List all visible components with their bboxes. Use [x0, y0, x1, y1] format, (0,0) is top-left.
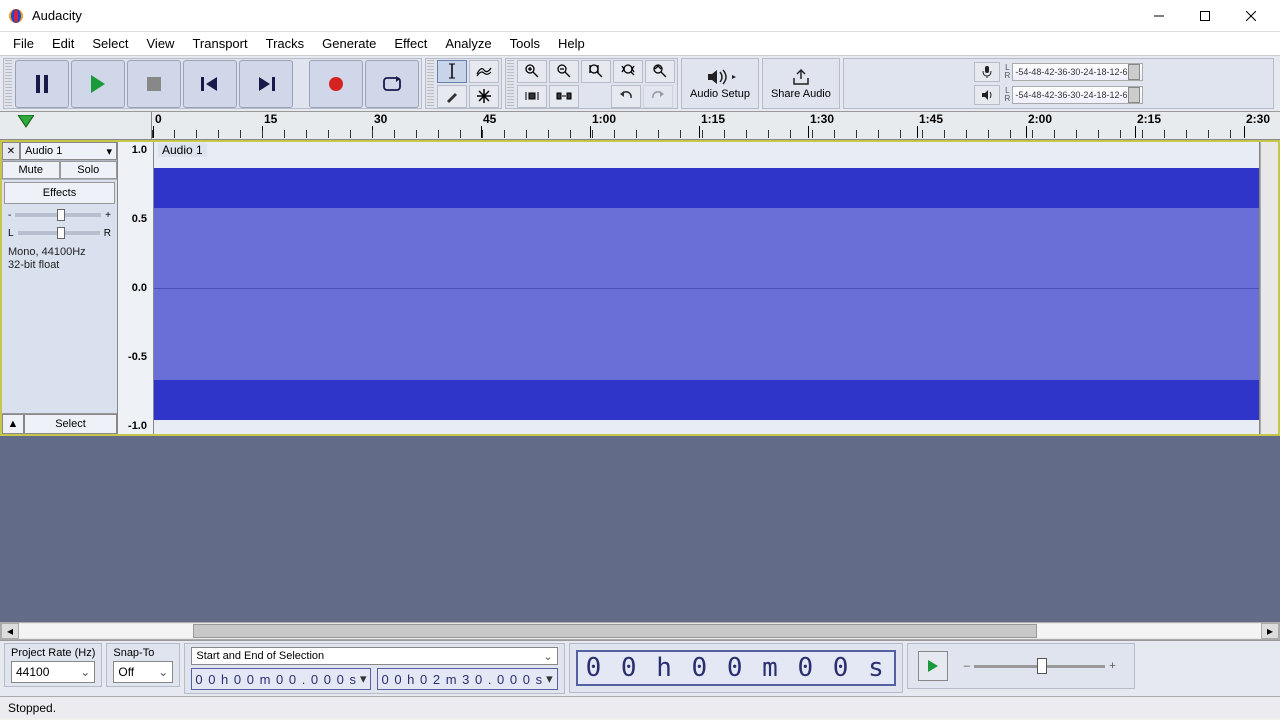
toolbar-grip[interactable]: [5, 60, 12, 107]
audio-position-time[interactable]: 0 0 h 0 0 m 0 0 s: [576, 650, 896, 686]
selection-toolbar: Project Rate (Hz) 44100⌄ Snap-To Off⌄ St…: [0, 640, 1280, 696]
scroll-right-button[interactable]: ▸: [1261, 623, 1279, 639]
meter-grabber[interactable]: [1128, 64, 1140, 80]
vertical-scale[interactable]: 1.0 0.5 0.0 -0.5 -1.0: [118, 142, 154, 434]
main-toolbar: Audio Setup Share Audio LR -54-48-42-36-…: [0, 56, 1280, 112]
zoom-toggle-button[interactable]: [645, 60, 675, 83]
waveform-display[interactable]: Audio 1: [154, 142, 1260, 434]
menu-tracks[interactable]: Tracks: [257, 34, 314, 53]
maximize-button[interactable]: [1182, 0, 1228, 32]
play-button[interactable]: [71, 60, 125, 108]
multi-tool[interactable]: [469, 85, 499, 108]
track-control-panel: ✕ Audio 1▾ Mute Solo Effects - + L R Mon…: [2, 142, 118, 434]
transport-group: [3, 58, 422, 109]
effects-button[interactable]: Effects: [4, 182, 115, 204]
meter-lr-label: LR: [1002, 87, 1012, 103]
project-rate-label: Project Rate (Hz): [11, 647, 95, 659]
status-bar: Stopped.: [0, 696, 1280, 718]
project-rate-combo[interactable]: 44100⌄: [11, 661, 95, 683]
play-at-speed-button[interactable]: [918, 651, 948, 681]
menu-transport[interactable]: Transport: [183, 34, 256, 53]
playback-meter-button[interactable]: [974, 85, 1000, 105]
horizontal-scrollbar[interactable]: ◂ ▸: [0, 622, 1280, 640]
envelope-tool[interactable]: [469, 60, 499, 83]
selection-tool[interactable]: [437, 60, 467, 83]
scroll-left-button[interactable]: ◂: [1, 623, 19, 639]
scrollbar-thumb[interactable]: [193, 624, 1038, 638]
track-collapse-button[interactable]: ▲: [2, 414, 24, 434]
track-area: ✕ Audio 1▾ Mute Solo Effects - + L R Mon…: [0, 140, 1280, 436]
skip-start-button[interactable]: [183, 60, 237, 108]
track-select-button[interactable]: Select: [24, 414, 117, 434]
pause-button[interactable]: [15, 60, 69, 108]
mute-button[interactable]: Mute: [2, 161, 60, 179]
close-button[interactable]: [1228, 0, 1274, 32]
edit-group: [505, 58, 678, 109]
tools-group: [425, 58, 502, 109]
meter-lr-label: LR: [1002, 64, 1012, 80]
silence-button[interactable]: [549, 85, 579, 108]
solo-button[interactable]: Solo: [60, 161, 118, 179]
skip-end-button[interactable]: [239, 60, 293, 108]
snap-to-combo[interactable]: Off⌄: [113, 661, 173, 683]
redo-button[interactable]: [643, 85, 673, 108]
record-meter-button[interactable]: [974, 62, 1000, 82]
playback-speed-slider[interactable]: – +: [960, 651, 1120, 681]
status-text: Stopped.: [8, 701, 56, 715]
menu-analyze[interactable]: Analyze: [436, 34, 500, 53]
share-audio-label: Share Audio: [771, 88, 831, 100]
loop-button[interactable]: [365, 60, 419, 108]
vertical-scrollbar[interactable]: [1260, 142, 1278, 434]
trim-button[interactable]: [517, 85, 547, 108]
track-name-dropdown[interactable]: Audio 1▾: [20, 142, 117, 160]
toolbar-grip[interactable]: [507, 60, 514, 107]
app-icon: [6, 6, 26, 26]
selection-mode-combo[interactable]: Start and End of Selection⌄: [191, 647, 557, 665]
menu-view[interactable]: View: [138, 34, 184, 53]
selection-start-time[interactable]: 0 0 h 0 0 m 0 0 . 0 0 0 s▾: [191, 668, 371, 690]
window-title: Audacity: [32, 8, 82, 23]
menu-file[interactable]: File: [4, 34, 43, 53]
menu-edit[interactable]: Edit: [43, 34, 83, 53]
selection-end-time[interactable]: 0 0 h 0 2 m 3 0 . 0 0 0 s▾: [377, 668, 557, 690]
menu-tools[interactable]: Tools: [501, 34, 549, 53]
menu-bar: File Edit Select View Transport Tracks G…: [0, 32, 1280, 56]
speaker-icon: [980, 88, 994, 102]
minimize-button[interactable]: [1136, 0, 1182, 32]
menu-generate[interactable]: Generate: [313, 34, 385, 53]
toolbar-grip[interactable]: [427, 60, 434, 107]
fit-project-button[interactable]: [613, 60, 643, 83]
speaker-icon: [704, 68, 736, 86]
playback-meter[interactable]: -54-48-42-36-30-24-18-12-6: [1012, 86, 1142, 104]
track-close-button[interactable]: ✕: [2, 142, 20, 160]
stop-button[interactable]: [127, 60, 181, 108]
meter-grabber[interactable]: [1128, 87, 1140, 103]
snap-to-label: Snap-To: [113, 647, 173, 659]
waveform-track-label: Audio 1: [158, 143, 207, 157]
title-bar: Audacity: [0, 0, 1280, 32]
gain-slider[interactable]: - +: [2, 206, 117, 224]
menu-effect[interactable]: Effect: [385, 34, 436, 53]
share-icon: [790, 68, 812, 86]
undo-button[interactable]: [611, 85, 641, 108]
playhead-marker[interactable]: [18, 115, 34, 129]
record-button[interactable]: [309, 60, 363, 108]
empty-track-area[interactable]: [0, 436, 1280, 622]
fit-selection-button[interactable]: [581, 60, 611, 83]
audio-setup-group[interactable]: Audio Setup: [681, 58, 759, 109]
audio-setup-label: Audio Setup: [690, 88, 750, 100]
microphone-icon: [980, 65, 994, 79]
menu-select[interactable]: Select: [83, 34, 137, 53]
meters-group: LR -54-48-42-36-30-24-18-12-6 LR -54-48-…: [843, 58, 1274, 109]
pan-slider[interactable]: L R: [2, 224, 117, 242]
share-audio-group[interactable]: Share Audio: [762, 58, 840, 109]
track-info: Mono, 44100Hz 32-bit float: [2, 242, 117, 276]
record-meter[interactable]: -54-48-42-36-30-24-18-12-6: [1012, 63, 1142, 81]
zoom-in-button[interactable]: [517, 60, 547, 83]
zoom-out-button[interactable]: [549, 60, 579, 83]
menu-help[interactable]: Help: [549, 34, 594, 53]
draw-tool[interactable]: [437, 85, 467, 108]
timeline-ruler[interactable]: 501530451:001:151:301:452:002:152:30: [0, 112, 1280, 140]
